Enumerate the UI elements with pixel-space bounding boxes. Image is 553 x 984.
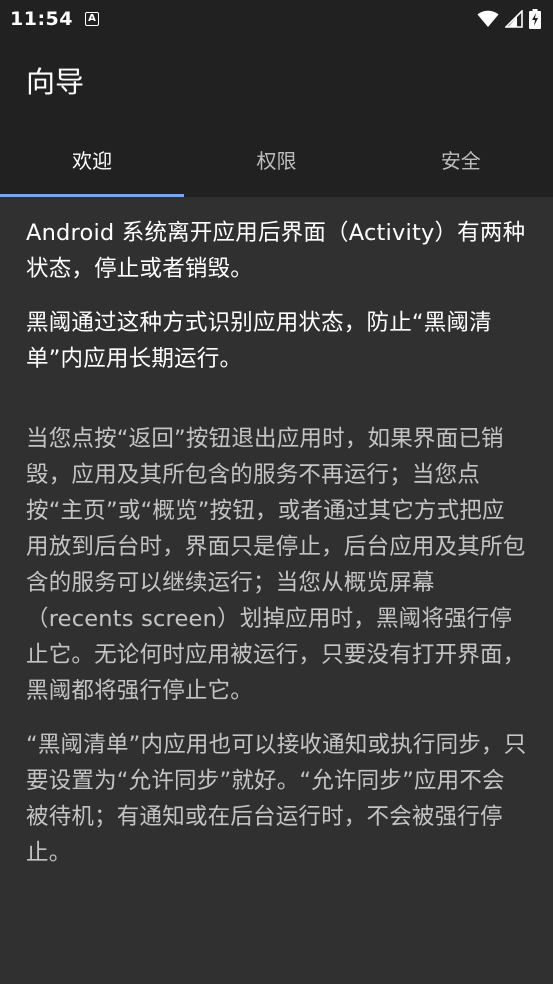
tab-label: 权限 [256, 149, 297, 173]
detail-paragraph: “黑阈清单”内应用也可以接收通知或执行同步，只要设置为“允许同步”就好。“允许同… [26, 732, 527, 866]
tab-permissions[interactable]: 权限 [184, 122, 368, 197]
status-bar: 11:54 A [0, 0, 553, 38]
intro-paragraph: Android 系统离开应用后界面（Activity）有两种状态，停止或者销毁。 [26, 220, 526, 282]
tab-label: 欢迎 [72, 149, 113, 173]
tab-welcome[interactable]: 欢迎 [0, 122, 184, 197]
wifi-icon [477, 10, 499, 27]
content-area[interactable]: Android 系统离开应用后界面（Activity）有两种状态，停止或者销毁。… [0, 197, 553, 871]
detail-paragraph: 当您点按“返回”按钮退出应用时，如果界面已销毁，应用及其所包含的服务不再运行；当… [26, 426, 526, 704]
a-letter-icon: A [84, 12, 99, 26]
status-time: 11:54 [10, 8, 73, 30]
tab-security[interactable]: 安全 [369, 122, 553, 197]
app-bar: 向导 [0, 38, 553, 122]
battery-charging-icon [529, 9, 541, 29]
intro-paragraph: 黑阈通过这种方式识别应用状态，防止“黑阈清单”内应用长期运行。 [26, 310, 492, 372]
cell-signal-icon [505, 10, 523, 28]
page-title: 向导 [26, 65, 85, 99]
tab-bar: 欢迎 权限 安全 [0, 122, 553, 197]
tab-label: 安全 [440, 149, 481, 173]
tab-indicator [0, 194, 184, 197]
